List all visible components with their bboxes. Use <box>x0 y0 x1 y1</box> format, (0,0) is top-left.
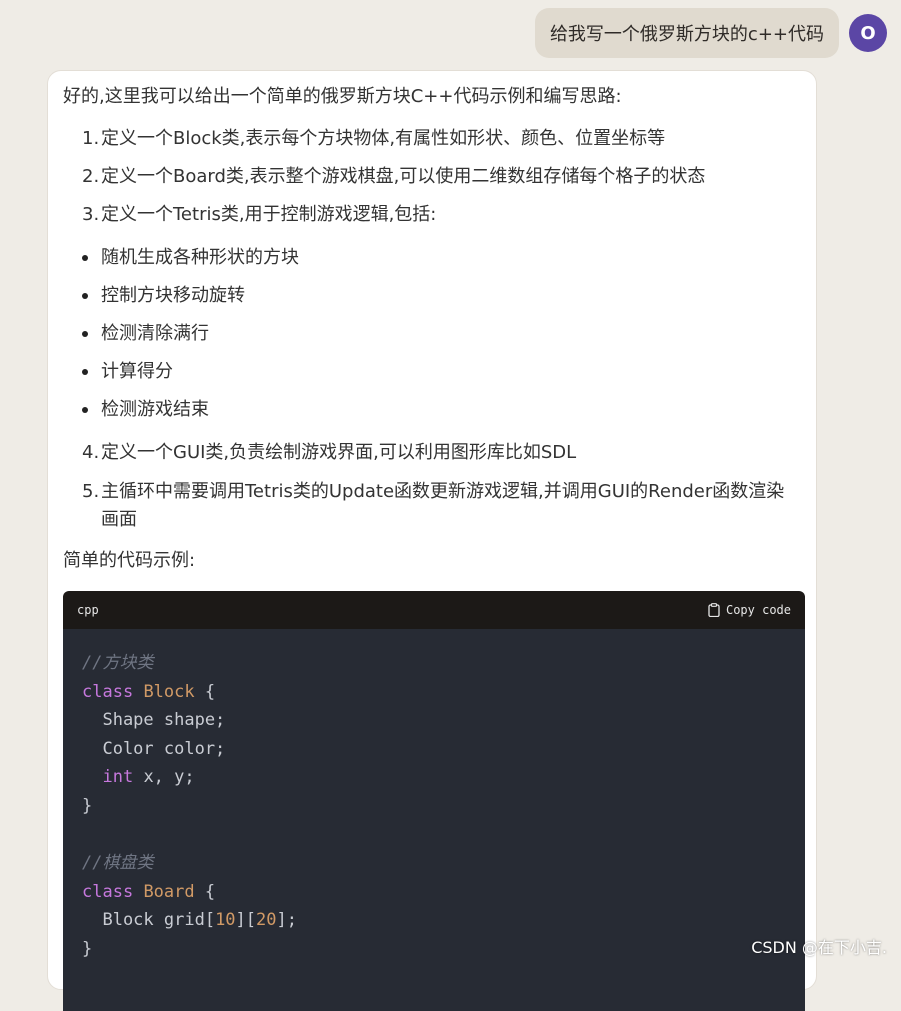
bullet-dot <box>82 331 88 337</box>
ordered-list-item: 2. 定义一个Board类,表示整个游戏棋盘,可以使用二维数组存储每个格子的状态 <box>82 163 802 191</box>
code-line: } <box>82 792 805 821</box>
user-message-row: 给我写一个俄罗斯方块的c++代码 O <box>534 8 887 58</box>
bullet-text: 控制方块移动旋转 <box>101 285 245 306</box>
bullet-list-item: 检测游戏结束 <box>82 396 209 424</box>
list-number: 1. <box>82 128 100 149</box>
bullet-dot <box>82 255 88 261</box>
code-line: Color color; <box>82 735 805 764</box>
bullet-list-item: 检测清除满行 <box>82 320 209 348</box>
ordered-list-item: 5. 主循环中需要调用Tetris类的Update函数更新游戏逻辑,并调用GUI… <box>82 478 802 534</box>
bullet-text: 随机生成各种形状的方块 <box>101 247 299 268</box>
code-token: //方块类 <box>82 653 154 673</box>
code-token: ][ <box>235 910 257 931</box>
code-line: class Board { <box>82 878 805 907</box>
code-token: Shape shape; <box>82 710 226 731</box>
code-line: Shape shape; <box>82 706 805 735</box>
bullet-dot <box>82 407 88 413</box>
bullet-text: 检测游戏结束 <box>101 399 209 420</box>
bullet-list-item: 控制方块移动旋转 <box>82 282 245 310</box>
list-number: 2. <box>82 166 100 187</box>
code-token: class <box>82 681 134 702</box>
code-token: Block grid[ <box>82 910 216 931</box>
ordered-list-item: 1. 定义一个Block类,表示每个方块物体,有属性如形状、颜色、位置坐标等 <box>82 125 802 153</box>
list-number: 5. <box>82 481 100 502</box>
bullet-text: 检测清除满行 <box>101 323 209 344</box>
list-item-text: 定义一个Block类,表示每个方块物体,有属性如形状、颜色、位置坐标等 <box>101 128 666 149</box>
code-token: x, y; <box>133 767 195 788</box>
assistant-intro: 好的,这里我可以给出一个简单的俄罗斯方块C++代码示例和编写思路: <box>63 86 622 107</box>
list-item-text: 定义一个Board类,表示整个游戏棋盘,可以使用二维数组存储每个格子的状态 <box>101 166 706 187</box>
code-block-header: cpp Copy code <box>63 591 805 629</box>
code-line: //棋盘类 <box>82 849 805 878</box>
user-message-bubble: 给我写一个俄罗斯方块的c++代码 <box>534 8 839 58</box>
bullet-list-item: 随机生成各种形状的方块 <box>82 244 299 272</box>
clipboard-icon <box>708 603 720 617</box>
code-token: Board <box>143 881 195 902</box>
code-token: 10 <box>215 910 236 931</box>
code-token: Block <box>143 681 195 702</box>
copy-code-button[interactable]: Copy code <box>708 603 791 617</box>
bullet-list-item: 计算得分 <box>82 358 173 386</box>
code-token: //棋盘类 <box>82 853 154 874</box>
list-item-text: 主循环中需要调用Tetris类的Update函数更新游戏逻辑,并调用GUI的Re… <box>101 481 785 530</box>
code-token: { <box>194 681 216 702</box>
code-content[interactable]: //方块类 class Block { Shape shape; Color co… <box>63 629 805 1011</box>
code-line: int x, y; <box>82 763 805 792</box>
copy-code-label: Copy code <box>725 603 791 617</box>
list-item-text: 定义一个GUI类,负责绘制游戏界面,可以利用图形库比如SDL <box>101 442 577 463</box>
code-token: Color color; <box>82 738 226 759</box>
code-token: ]; <box>276 910 297 931</box>
list-number: 3. <box>82 204 100 225</box>
code-token: } <box>82 938 93 959</box>
ordered-list-item: 4. 定义一个GUI类,负责绘制游戏界面,可以利用图形库比如SDL <box>82 439 802 467</box>
code-token: class <box>82 881 134 902</box>
code-line: //方块类 <box>82 649 805 678</box>
code-block: cpp Copy code //方块类 class Block { Shape s… <box>63 591 805 1011</box>
bullet-dot <box>82 293 88 299</box>
code-token: { <box>194 881 216 902</box>
watermark: CSDN @在下小吉. <box>751 938 887 957</box>
bullet-dot <box>82 369 88 375</box>
list-item-text: 定义一个Tetris类,用于控制游戏逻辑,包括: <box>101 204 437 225</box>
assistant-message-card: 好的,这里我可以给出一个简单的俄罗斯方块C++代码示例和编写思路: 1. 定义一… <box>47 70 817 1011</box>
code-token: int <box>102 767 134 788</box>
code-line: } <box>82 935 805 964</box>
code-line: class Block { <box>82 678 805 707</box>
code-line: Block grid[10][20]; <box>82 906 805 935</box>
list-number: 4. <box>82 442 100 463</box>
code-token: } <box>82 795 93 816</box>
ordered-list-item: 3. 定义一个Tetris类,用于控制游戏逻辑,包括: <box>82 201 802 229</box>
user-avatar[interactable]: O <box>849 14 887 52</box>
code-language-label: cpp <box>77 603 99 617</box>
bullet-text: 计算得分 <box>101 361 173 382</box>
code-token: 20 <box>256 910 277 931</box>
code-example-label: 简单的代码示例: <box>63 550 196 571</box>
